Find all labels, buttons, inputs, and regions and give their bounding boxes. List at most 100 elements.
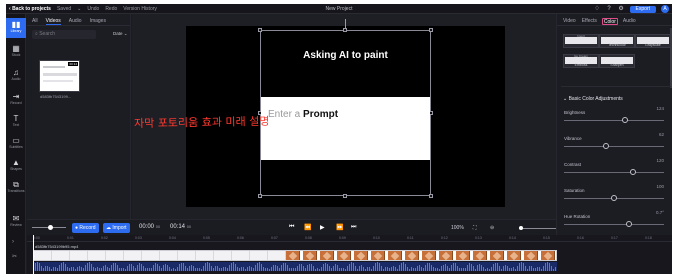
- tab-videos[interactable]: Videos: [45, 18, 61, 25]
- waveform-bar: [385, 266, 386, 271]
- waveform-bar: [487, 267, 488, 271]
- tab-effects[interactable]: Effects: [581, 18, 598, 25]
- slider-knob[interactable]: [603, 143, 610, 149]
- import-button[interactable]: ☁ Import: [103, 223, 130, 233]
- waveform-bar: [549, 263, 550, 271]
- bell-icon[interactable]: ♢: [594, 6, 601, 13]
- waveform-bar: [253, 268, 254, 271]
- avatar[interactable]: A: [661, 5, 669, 13]
- media-thumbnail[interactable]: 00:14: [39, 60, 80, 92]
- fullscreen-icon[interactable]: ⛶: [473, 225, 477, 231]
- rail-item-subtitles[interactable]: ▭ Subtitles: [6, 134, 26, 154]
- audio-waveform[interactable]: [33, 262, 557, 271]
- search-icon: ⌕: [35, 31, 38, 37]
- skip-back-icon[interactable]: ⏮: [289, 224, 294, 231]
- adjustment-slider[interactable]: [564, 221, 664, 227]
- timeline-zoom-slider[interactable]: [519, 226, 557, 230]
- resize-handle[interactable]: [429, 28, 433, 32]
- filters-scrollbar[interactable]: [670, 28, 672, 88]
- rewind-icon[interactable]: ⏪: [304, 224, 311, 231]
- resize-handle[interactable]: [258, 194, 262, 198]
- total-time-frames: 00: [186, 224, 192, 229]
- help-icon[interactable]: ?: [606, 6, 613, 13]
- section-header[interactable]: ⌄ Basic Color Adjustments: [563, 96, 623, 102]
- tab-color[interactable]: Color: [601, 18, 618, 25]
- waveform-bar: [135, 268, 136, 271]
- top-bar: ‹ Back to projects Saved ⌄ Undo Redo Ver…: [6, 4, 672, 14]
- tab-all[interactable]: All: [32, 18, 38, 25]
- waveform-bar: [379, 263, 380, 271]
- back-to-projects-label: Back to projects: [12, 5, 51, 12]
- version-history-button[interactable]: Version History: [123, 6, 157, 12]
- settings-icon[interactable]: ⚙: [618, 6, 625, 13]
- rail-item-text[interactable]: T Text: [6, 112, 26, 132]
- rail-item-stock[interactable]: ▦ Stock: [6, 42, 26, 62]
- adjustment-slider[interactable]: [564, 195, 664, 201]
- waveform-bar: [349, 263, 350, 271]
- slider-knob[interactable]: [622, 117, 629, 123]
- adjustment-slider[interactable]: [564, 169, 664, 175]
- rail-item-record[interactable]: ⇥ Record: [6, 90, 26, 110]
- slider-knob[interactable]: [611, 195, 617, 201]
- sort-dropdown[interactable]: Date ⌄: [113, 31, 128, 37]
- filter-sharpen[interactable]: Sharpen: [599, 54, 635, 68]
- timeline[interactable]: 0:00 0:01 0:02 0:03 0:04 0:05 0:06 0:07 0:08 0:09…: [27, 235, 672, 274]
- waveform-bar: [125, 268, 126, 271]
- undo-button[interactable]: Undo: [87, 6, 99, 12]
- prompt-placeholder: Enter a: [268, 109, 304, 120]
- adjustment-slider[interactable]: [564, 117, 664, 123]
- waveform-bar: [127, 266, 128, 271]
- waveform-bar: [345, 268, 346, 271]
- waveform-bar: [483, 266, 484, 271]
- export-button[interactable]: Export: [629, 5, 656, 13]
- resize-handle[interactable]: [343, 28, 347, 32]
- play-icon[interactable]: ▶: [320, 224, 325, 231]
- tab-audio[interactable]: Audio: [622, 18, 637, 25]
- split-icon[interactable]: ✂: [12, 253, 17, 260]
- clip-frame: [250, 251, 268, 260]
- filter-grayscale[interactable]: Grayscale: [635, 34, 671, 48]
- waveform-bar: [55, 267, 56, 271]
- rail-item-audio[interactable]: ♫ Audio: [6, 66, 26, 86]
- video-clip[interactable]: [33, 250, 557, 261]
- waveform-bar: [515, 268, 516, 271]
- rail-item-label: Review: [10, 223, 22, 227]
- playhead[interactable]: [33, 235, 34, 274]
- timeline-ruler[interactable]: 0:00 0:01 0:02 0:03 0:04 0:05 0:06 0:07 0:08 0:09…: [27, 235, 672, 242]
- tab-audio[interactable]: Audio: [69, 18, 82, 25]
- waveform-bar: [541, 268, 542, 271]
- tab-images[interactable]: Images: [90, 18, 106, 25]
- rail-item-transitions[interactable]: ⧉ Transitions: [6, 178, 26, 198]
- waveform-bar: [301, 264, 302, 271]
- resize-handle[interactable]: [258, 28, 262, 32]
- resize-handle[interactable]: [429, 194, 433, 198]
- fast-forward-icon[interactable]: ⏩: [336, 224, 343, 231]
- waveform-bar: [305, 268, 306, 271]
- waveform-bar: [303, 266, 304, 271]
- record-button[interactable]: ● Record: [72, 223, 99, 233]
- waveform-bar: [495, 262, 496, 271]
- search-input[interactable]: ⌕ Search: [32, 30, 96, 39]
- back-to-projects-link[interactable]: ‹ Back to projects: [9, 6, 51, 12]
- volume-slider[interactable]: [32, 225, 66, 230]
- zoom-out-icon[interactable]: ⊖: [490, 225, 494, 231]
- tab-video[interactable]: Video: [562, 18, 577, 25]
- filter-emboss[interactable]: Ice Cream Emboss: [563, 54, 599, 68]
- slider-knob[interactable]: [626, 221, 633, 227]
- rail-item-review[interactable]: ✉ Review: [6, 212, 26, 232]
- subtitles-icon: ▭: [12, 136, 20, 145]
- slider-knob[interactable]: [629, 169, 636, 175]
- chevron-right-icon[interactable]: ›: [12, 239, 14, 245]
- adjustment-slider[interactable]: [564, 143, 664, 149]
- filter-technicolor[interactable]: Technicolor: [599, 34, 635, 48]
- rail-item-library[interactable]: ▮▮ Library: [6, 18, 26, 38]
- rail-item-shapes[interactable]: ▲ Shapes: [6, 156, 26, 176]
- filter-invert[interactable]: Invert: [563, 34, 599, 48]
- waveform-bar: [89, 262, 90, 271]
- zoom-knob[interactable]: [519, 226, 523, 230]
- top-bar-left: ‹ Back to projects Saved ⌄ Undo Redo Ver…: [6, 6, 157, 12]
- resize-handle[interactable]: [343, 194, 347, 198]
- redo-button[interactable]: Redo: [105, 6, 117, 12]
- skip-forward-icon[interactable]: ⏭: [351, 224, 356, 231]
- volume-knob[interactable]: [48, 225, 53, 230]
